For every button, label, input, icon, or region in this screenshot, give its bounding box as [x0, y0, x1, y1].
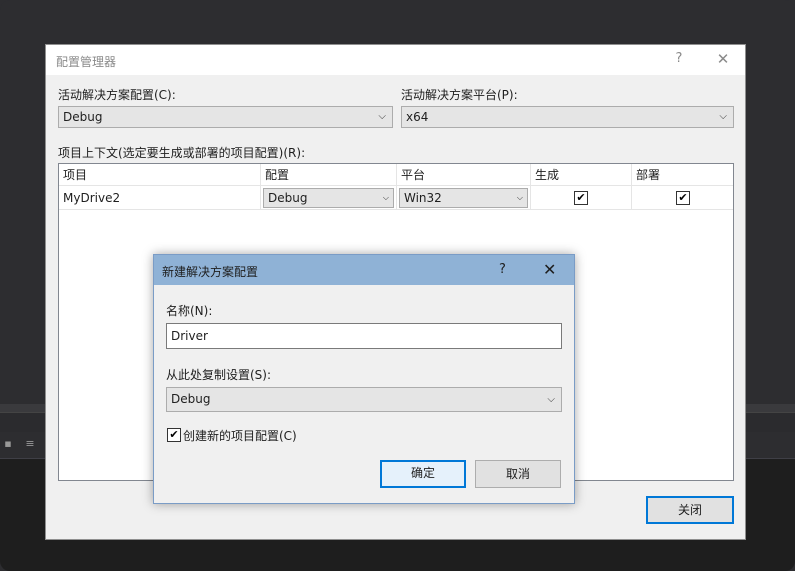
row-platform-cell: Win32 ⌵: [397, 186, 531, 210]
active-config-dropdown[interactable]: Debug ⌵: [58, 106, 393, 128]
build-checkbox[interactable]: ✔: [574, 191, 588, 205]
help-icon[interactable]: ?: [499, 262, 506, 277]
create-project-configs-checkbox[interactable]: ✔: [167, 428, 181, 442]
chevron-down-icon: ⌵: [516, 193, 523, 202]
row-config-value: Debug: [268, 191, 308, 205]
close-button[interactable]: 关闭: [646, 496, 734, 524]
column-header-deploy[interactable]: 部署: [632, 164, 733, 186]
close-icon[interactable]: ✕: [543, 260, 556, 279]
row-build-cell: ✔: [531, 186, 632, 210]
project-context-label: 项目上下文(选定要生成或部署的项目配置)(R):: [58, 146, 306, 160]
row-platform-dropdown[interactable]: Win32 ⌵: [399, 188, 528, 208]
toolbar-icon[interactable]: ≡: [22, 436, 38, 452]
row-deploy-cell: ✔: [632, 186, 733, 210]
active-platform-label: 活动解决方案平台(P):: [401, 88, 518, 102]
active-config-value: Debug: [63, 110, 103, 124]
title-bar: 配置管理器 ? ✕: [46, 45, 745, 75]
column-header-build[interactable]: 生成: [531, 164, 632, 186]
chevron-down-icon: ⌵: [382, 193, 389, 202]
new-solution-config-dialog: 新建解决方案配置 ? ✕ 名称(N): Driver 从此处复制设置(S): D…: [153, 254, 575, 504]
column-header-project[interactable]: 项目: [59, 164, 261, 186]
column-header-platform[interactable]: 平台: [397, 164, 531, 186]
active-config-label: 活动解决方案配置(C):: [58, 88, 176, 102]
chevron-down-icon: ⌵: [547, 394, 555, 405]
copy-from-dropdown[interactable]: Debug ⌵: [166, 387, 562, 412]
active-platform-value: x64: [406, 110, 429, 124]
column-header-configuration[interactable]: 配置: [261, 164, 397, 186]
name-input[interactable]: Driver: [166, 323, 562, 349]
row-platform-value: Win32: [404, 191, 442, 205]
help-icon[interactable]: ?: [671, 51, 687, 67]
row-config-dropdown[interactable]: Debug ⌵: [263, 188, 394, 208]
active-platform-dropdown[interactable]: x64 ⌵: [401, 106, 734, 128]
name-label: 名称(N):: [166, 304, 213, 318]
dialog-title: 新建解决方案配置: [162, 265, 259, 279]
window-title: 配置管理器: [56, 55, 117, 69]
row-config-cell: Debug ⌵: [261, 186, 397, 210]
dialog-title-bar: 新建解决方案配置 ? ✕: [154, 255, 574, 285]
chevron-down-icon: ⌵: [719, 111, 727, 122]
create-project-configs-label[interactable]: 创建新的项目配置(C): [183, 427, 297, 444]
deploy-checkbox[interactable]: ✔: [676, 191, 690, 205]
copy-from-label: 从此处复制设置(S):: [166, 368, 272, 382]
copy-from-value: Debug: [171, 392, 211, 406]
toolbar-icon[interactable]: ▪: [0, 436, 16, 452]
close-icon[interactable]: ✕: [715, 51, 731, 67]
table-row-project[interactable]: MyDrive2: [59, 186, 261, 210]
cancel-button[interactable]: 取消: [475, 460, 561, 488]
chevron-down-icon: ⌵: [378, 111, 386, 122]
ok-button[interactable]: 确定: [380, 460, 466, 488]
